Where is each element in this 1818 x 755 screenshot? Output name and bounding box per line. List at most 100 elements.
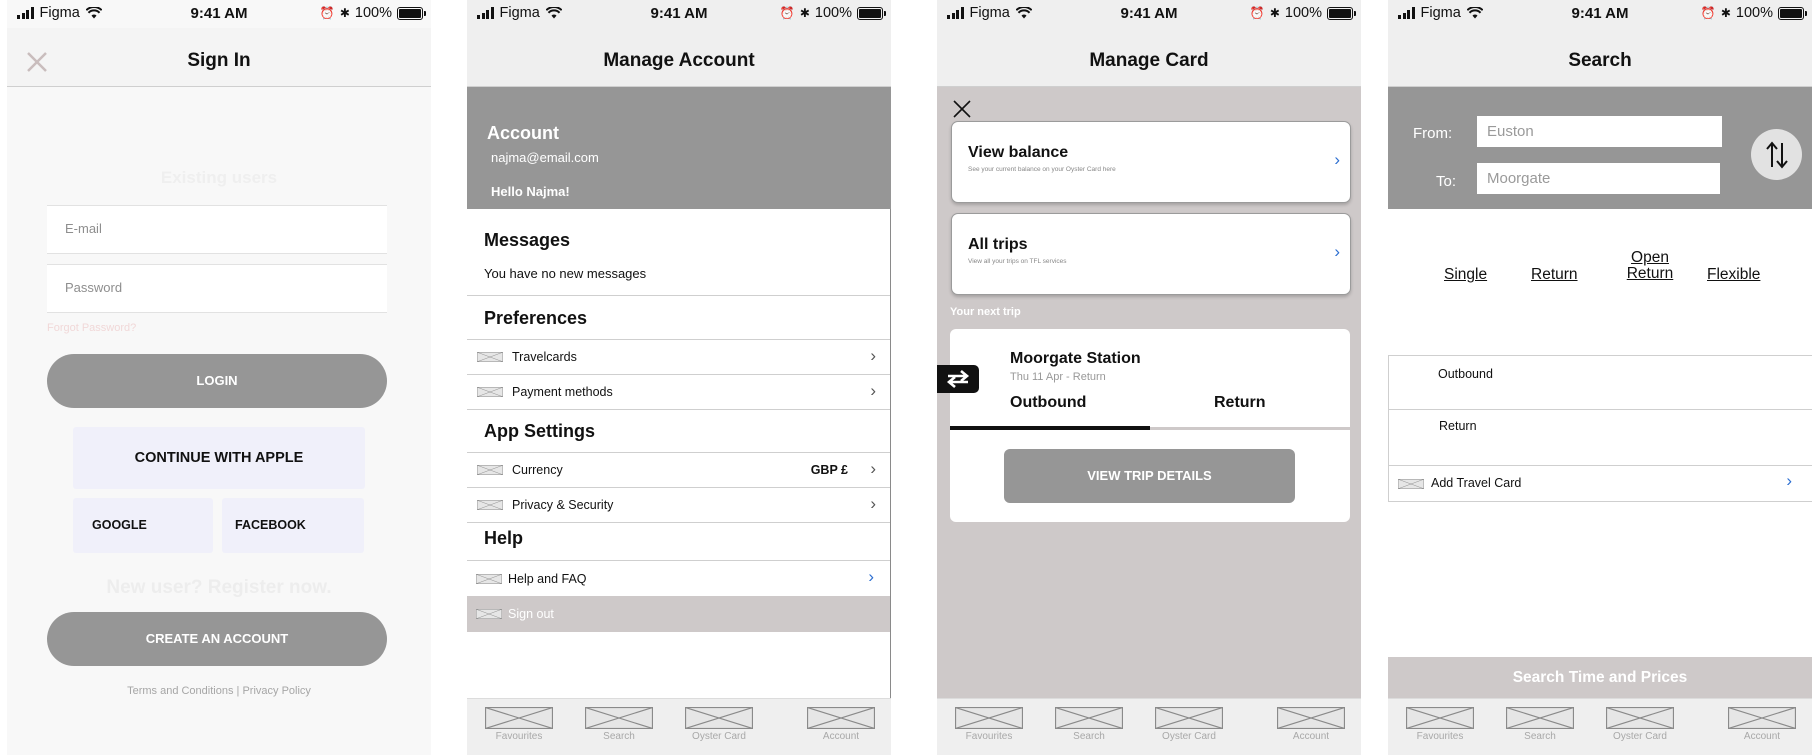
tab-bar: Favourites Search Oyster Card Account xyxy=(1388,698,1812,755)
return-section[interactable]: Return xyxy=(1388,408,1812,466)
card-navbar: Manage Card xyxy=(937,28,1361,87)
chevron-right-icon: › xyxy=(868,567,874,586)
sign-out-item[interactable]: Sign out xyxy=(467,596,890,632)
tab-label: Oyster Card xyxy=(692,731,746,742)
password-field[interactable]: Password xyxy=(47,264,387,313)
tab-account[interactable]: Account xyxy=(801,707,881,742)
sign-out-label: Sign out xyxy=(508,607,554,621)
tab-search[interactable]: Search xyxy=(579,707,659,742)
payment-methods-label: Payment methods xyxy=(512,385,613,399)
ticket-type-open-return[interactable]: Open Return xyxy=(1618,250,1682,282)
google-button[interactable]: GOOGLE xyxy=(73,498,213,553)
travelcards-label: Travelcards xyxy=(512,350,577,364)
view-trip-details-label: VIEW TRIP DETAILS xyxy=(1087,468,1212,483)
tab-label: Favourites xyxy=(495,731,543,742)
view-balance-card[interactable]: View balance See your current balance on… xyxy=(951,121,1351,203)
favourites-icon xyxy=(955,707,1023,729)
ticket-type-flexible[interactable]: Flexible xyxy=(1707,266,1760,284)
status-bar: Figma 9:41 AM ⏰ ✱ 100% xyxy=(467,0,891,28)
status-bar: Figma 9:41 AM ⏰ ✱ 100% xyxy=(1388,0,1812,28)
search-prices-button[interactable]: Search Time and Prices xyxy=(1388,657,1812,699)
swap-vertical-icon xyxy=(1766,141,1788,169)
to-label: To: xyxy=(1436,173,1457,190)
tab-favourites[interactable]: Favourites xyxy=(949,707,1029,742)
account-icon xyxy=(807,707,875,729)
create-account-button[interactable]: CREATE AN ACCOUNT xyxy=(47,612,387,666)
tab-account[interactable]: Account xyxy=(1722,707,1802,742)
page-title: Sign In xyxy=(187,50,251,71)
privacy-link[interactable]: Privacy Policy xyxy=(242,685,310,697)
payment-methods-item[interactable]: Payment methods › xyxy=(467,375,890,409)
currency-item[interactable]: Currency GBP £ › xyxy=(467,453,890,487)
email-field[interactable]: E-mail xyxy=(47,205,387,254)
messages-heading: Messages xyxy=(484,230,571,250)
help-faq-item[interactable]: Help and FAQ › xyxy=(467,561,890,596)
tab-label: Account xyxy=(822,731,860,742)
return-tab[interactable]: Return xyxy=(1214,394,1266,412)
tab-search[interactable]: Search xyxy=(1049,707,1129,742)
battery-label: 100% xyxy=(814,5,852,21)
help-image xyxy=(476,574,502,584)
search-screen: Figma 9:41 AM ⏰ ✱ 100% Search From: Eust… xyxy=(1388,0,1812,755)
ticket-type-return[interactable]: Return xyxy=(1531,266,1578,284)
status-bar: Figma 9:41 AM ⏰ ✱ 100% xyxy=(7,0,431,28)
travel-card-image xyxy=(1398,479,1424,489)
privacy-security-item[interactable]: Privacy & Security › xyxy=(467,488,890,522)
page-title: Manage Account xyxy=(603,50,755,71)
travelcards-item[interactable]: Travelcards › xyxy=(467,340,890,374)
register-prompt[interactable]: New user? Register now. xyxy=(7,577,431,599)
forgot-password-link[interactable]: Forgot Password? xyxy=(47,322,136,334)
search-icon xyxy=(1055,707,1123,729)
tab-label: Oyster Card xyxy=(1613,731,1667,742)
tab-favourites[interactable]: Favourites xyxy=(1400,707,1480,742)
account-email: najma@email.com xyxy=(491,150,599,165)
chevron-right-icon: › xyxy=(1334,242,1340,261)
chevron-right-icon: › xyxy=(1786,471,1792,490)
tab-oyster-card[interactable]: Oyster Card xyxy=(1600,707,1680,742)
tab-favourites[interactable]: Favourites xyxy=(479,707,559,742)
signin-navbar: Sign In xyxy=(7,28,431,87)
signin-screen: Figma 9:41 AM ⏰ ✱ 100% Sign In Existing … xyxy=(7,0,431,755)
preferences-heading: Preferences xyxy=(484,308,588,328)
battery-icon xyxy=(1327,6,1356,20)
manage-card-screen: Figma 9:41 AM ⏰ ✱ 100% Manage Card View … xyxy=(937,0,1361,755)
from-value: Euston xyxy=(1487,123,1534,140)
chevron-right-icon: › xyxy=(870,459,876,478)
add-travel-card-item[interactable]: Add Travel Card › xyxy=(1388,466,1812,502)
battery-label: 100% xyxy=(354,5,392,21)
close-icon[interactable] xyxy=(953,100,971,118)
login-button[interactable]: LOGIN xyxy=(47,354,387,408)
terms-link[interactable]: Terms and Conditions xyxy=(127,685,233,697)
tab-oyster-card[interactable]: Oyster Card xyxy=(679,707,759,742)
favourites-icon xyxy=(1406,707,1474,729)
facebook-button[interactable]: FACEBOOK xyxy=(222,498,364,553)
battery-icon xyxy=(857,6,886,20)
outbound-tab[interactable]: Outbound xyxy=(1010,394,1086,412)
search-icon xyxy=(585,707,653,729)
battery-label: 100% xyxy=(1735,5,1773,21)
view-trip-details-button[interactable]: VIEW TRIP DETAILS xyxy=(1004,449,1295,503)
outbound-section[interactable]: Outbound xyxy=(1388,355,1812,410)
from-input[interactable]: Euston xyxy=(1477,116,1722,147)
privacy-security-label: Privacy & Security xyxy=(512,498,614,512)
view-balance-title: View balance xyxy=(968,144,1069,161)
battery-label: 100% xyxy=(1284,5,1322,21)
ticket-type-single[interactable]: Single xyxy=(1444,266,1487,284)
alarm-icon: ⏰ xyxy=(1249,6,1265,20)
swap-stations-button[interactable] xyxy=(1751,129,1802,180)
tab-search[interactable]: Search xyxy=(1500,707,1580,742)
swap-trips-button[interactable] xyxy=(937,365,979,393)
to-value: Moorgate xyxy=(1487,170,1551,187)
alarm-icon: ⏰ xyxy=(779,6,795,20)
tab-account[interactable]: Account xyxy=(1271,707,1351,742)
to-input[interactable]: Moorgate xyxy=(1477,163,1720,194)
currency-value: GBP £ xyxy=(810,463,848,477)
favourites-icon xyxy=(485,707,553,729)
manage-account-screen: Figma 9:41 AM ⏰ ✱ 100% Manage Account Ac… xyxy=(467,0,891,755)
continue-apple-button[interactable]: CONTINUE WITH APPLE xyxy=(73,427,365,489)
tab-oyster-card[interactable]: Oyster Card xyxy=(1149,707,1229,742)
account-list: Messages You have no new messages Prefer… xyxy=(467,209,891,700)
email-placeholder: E-mail xyxy=(65,221,102,236)
page-title: Manage Card xyxy=(1089,50,1209,71)
all-trips-card[interactable]: All trips View all your trips on TFL ser… xyxy=(951,213,1351,295)
